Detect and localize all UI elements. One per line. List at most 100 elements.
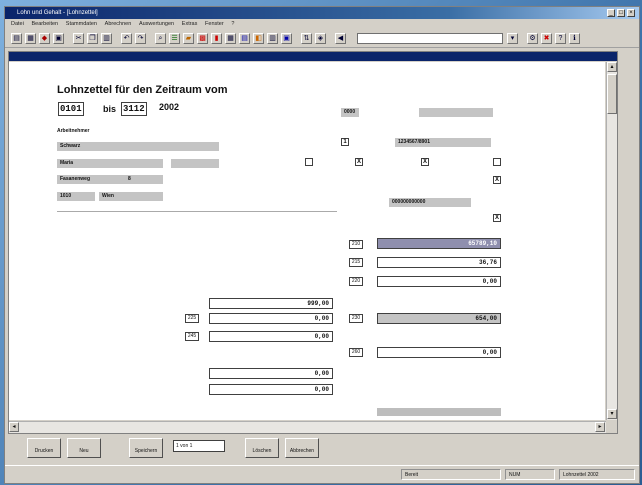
combo-drop-icon[interactable]: ▾	[507, 33, 518, 44]
sv-number-field[interactable]: 0000	[341, 108, 359, 117]
page-field[interactable]: 1 von 1	[173, 440, 225, 452]
new-button[interactable]: Neu	[67, 438, 101, 458]
amount-low-field[interactable]: 0,00	[377, 347, 501, 358]
extra-2-field[interactable]: 0,00	[209, 384, 333, 395]
zip-field[interactable]: 1010	[57, 192, 95, 201]
report-icon[interactable]: ◧	[253, 33, 264, 44]
print-icon[interactable]: ▣	[53, 33, 64, 44]
redo-icon[interactable]: ↷	[135, 33, 146, 44]
undo-icon[interactable]: ↶	[121, 33, 132, 44]
status-right: Lohnzettel 2002	[559, 469, 635, 480]
statement-checkbox[interactable]: X	[493, 214, 501, 222]
print-button[interactable]: Drucken	[27, 438, 61, 458]
folder-icon[interactable]: ▰	[183, 33, 194, 44]
close-button[interactable]: ×	[627, 9, 635, 17]
menu-edit[interactable]: Bearbeiten	[32, 19, 59, 29]
filter-icon[interactable]: ◈	[315, 33, 326, 44]
save-icon[interactable]: ◆	[39, 33, 50, 44]
table-icon[interactable]: ▦	[225, 33, 236, 44]
sort-icon[interactable]: ⇅	[301, 33, 312, 44]
window-title: Lohn und Gehalt - [Lohnzettel]	[17, 10, 98, 16]
code-220: 220	[349, 277, 363, 286]
amount-line2-field[interactable]: 36,76	[377, 257, 501, 268]
extra-1-field[interactable]: 0,00	[209, 368, 333, 379]
find-icon[interactable]: ⌕	[155, 33, 166, 44]
tax-number-field[interactable]: 1234567/8901	[395, 138, 491, 147]
status-mid: NUM	[505, 469, 555, 480]
toolbar-combo[interactable]	[357, 33, 503, 44]
flag-d-checkbox[interactable]	[493, 158, 501, 166]
menu-reports[interactable]: Auswertungen	[139, 19, 174, 29]
view-icon[interactable]: ▥	[267, 33, 278, 44]
birth-date-field[interactable]	[419, 108, 493, 117]
scroll-down-icon[interactable]: ▾	[607, 409, 617, 419]
menu-file[interactable]: Datei	[11, 19, 24, 29]
menu-bar: Datei Bearbeiten Stammdaten Abrechnen Au…	[5, 19, 639, 29]
minimize-button[interactable]: _	[607, 9, 615, 17]
total-field[interactable]	[377, 408, 501, 416]
code-245: 245	[185, 332, 199, 341]
menu-extras[interactable]: Extras	[182, 19, 198, 29]
menu-master-data[interactable]: Stammdaten	[66, 19, 97, 29]
deduction-2-field[interactable]: 0,00	[209, 313, 333, 324]
document-window: Lohnzettel für den Zeitraum vom 0101 bis…	[8, 51, 618, 434]
mid-amount-field[interactable]: 654,00	[377, 313, 501, 324]
menu-window[interactable]: Fenster	[205, 19, 224, 29]
insured-checkbox[interactable]: 1	[341, 138, 349, 146]
status-bar: Bereit NUM Lohnzettel 2002	[5, 465, 639, 483]
pay-slip-form: Lohnzettel für den Zeitraum vom 0101 bis…	[9, 62, 605, 420]
chart-icon[interactable]: ▮	[211, 33, 222, 44]
application-window: Lohn und Gehalt - [Lohnzettel] _ □ × Dat…	[4, 6, 640, 484]
scroll-left-icon[interactable]: ◂	[9, 422, 19, 432]
scroll-up-icon[interactable]: ▴	[607, 62, 617, 72]
grid-icon[interactable]: ▤	[239, 33, 250, 44]
first-name-field[interactable]: Maria	[57, 159, 163, 168]
new-icon[interactable]: ▤	[11, 33, 22, 44]
details-icon[interactable]: ▣	[281, 33, 292, 44]
info-icon[interactable]: ℹ	[569, 33, 580, 44]
document-titlebar	[9, 52, 617, 61]
calc-icon[interactable]: ▩	[197, 33, 208, 44]
vertical-scrollbar[interactable]: ▴ ▾	[606, 62, 617, 420]
exit-icon[interactable]: ✖	[541, 33, 552, 44]
deduction-1-field[interactable]: 999,00	[209, 298, 333, 309]
cut-icon[interactable]: ✂	[73, 33, 84, 44]
from-date-field[interactable]: 0101	[58, 102, 84, 116]
help-icon[interactable]: ?	[555, 33, 566, 44]
option-checkbox[interactable]: X	[493, 176, 501, 184]
save-button[interactable]: Speichern	[129, 438, 163, 458]
menu-payroll[interactable]: Abrechnen	[105, 19, 132, 29]
code-210: 210	[349, 240, 363, 249]
code-215: 215	[349, 258, 363, 267]
cancel-button[interactable]: Abbrechen	[285, 438, 319, 458]
flag-b-checkbox[interactable]: X	[355, 158, 363, 166]
deduction-3-field[interactable]: 0,00	[209, 331, 333, 342]
to-label: bis	[103, 104, 117, 114]
list-icon[interactable]: ☰	[169, 33, 180, 44]
code-230: 230	[349, 314, 363, 323]
gross-amount-field[interactable]: 65789,10	[377, 238, 501, 249]
scroll-thumb[interactable]	[607, 74, 617, 114]
status-left: Bereit	[401, 469, 501, 480]
copy-icon[interactable]: ❐	[87, 33, 98, 44]
settings-icon[interactable]: ⚙	[527, 33, 538, 44]
horizontal-scrollbar[interactable]: ◂ ▸	[9, 421, 606, 433]
flag-c-checkbox[interactable]: X	[421, 158, 429, 166]
house-number-field[interactable]: 8	[125, 175, 163, 184]
title-field[interactable]	[171, 159, 219, 168]
menu-help[interactable]: ?	[231, 19, 234, 29]
to-date-field[interactable]: 3112	[121, 102, 147, 116]
delete-button[interactable]: Löschen	[245, 438, 279, 458]
paste-icon[interactable]: ▥	[101, 33, 112, 44]
form-heading: Lohnzettel für den Zeitraum vom	[57, 84, 228, 96]
open-icon[interactable]: ▦	[25, 33, 36, 44]
year-field[interactable]: 2002	[159, 102, 179, 112]
tax-office-field[interactable]: 000000000000	[389, 198, 471, 207]
navigate-icon[interactable]: ◀	[335, 33, 346, 44]
surname-field[interactable]: Schwarz	[57, 142, 219, 151]
flag-a-checkbox[interactable]	[305, 158, 313, 166]
scroll-right-icon[interactable]: ▸	[595, 422, 605, 432]
city-field[interactable]: Wien	[99, 192, 163, 201]
amount-line3-field[interactable]: 0,00	[377, 276, 501, 287]
maximize-button[interactable]: □	[617, 9, 625, 17]
